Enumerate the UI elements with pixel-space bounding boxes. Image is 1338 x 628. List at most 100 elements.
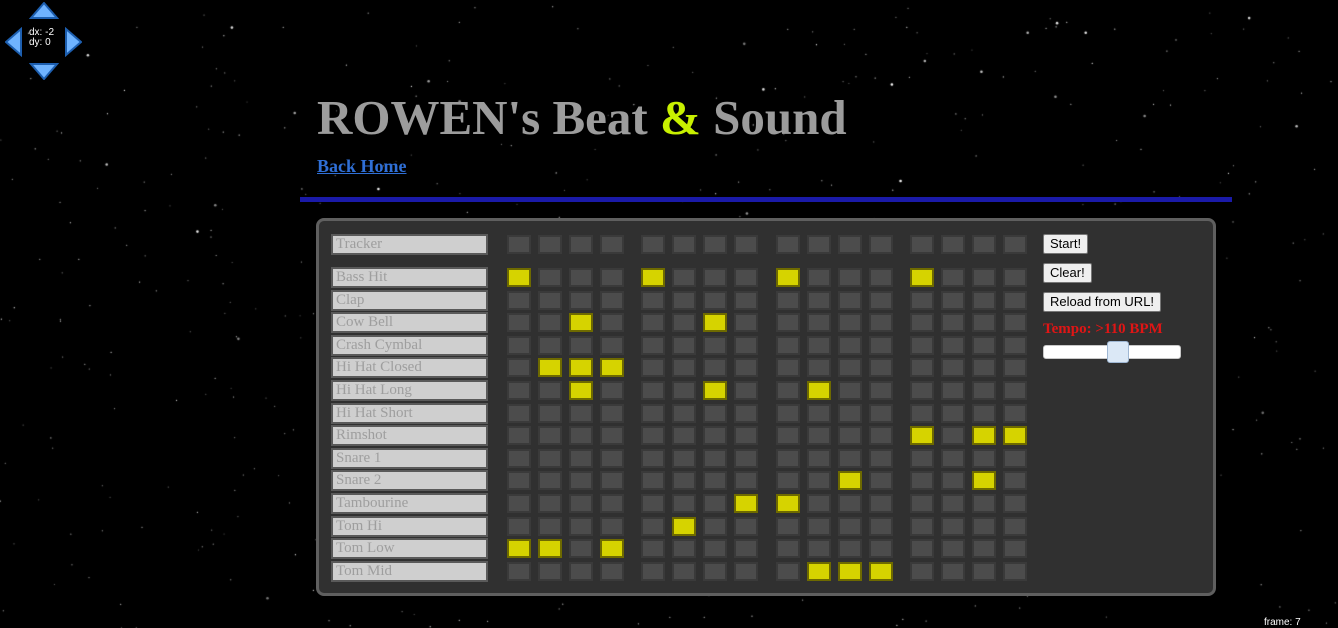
step-cell[interactable] — [538, 291, 562, 310]
step-cell[interactable] — [838, 381, 862, 400]
tracker-step[interactable] — [507, 235, 531, 254]
step-cell-active[interactable] — [807, 562, 831, 581]
step-cell-active[interactable] — [569, 358, 593, 377]
step-cell[interactable] — [776, 381, 800, 400]
step-cell[interactable] — [869, 336, 893, 355]
step-cell[interactable] — [734, 562, 758, 581]
step-cell[interactable] — [569, 449, 593, 468]
clear-button[interactable]: Clear! — [1043, 263, 1092, 283]
step-cell[interactable] — [776, 449, 800, 468]
step-cell-active[interactable] — [641, 268, 665, 287]
step-cell[interactable] — [941, 562, 965, 581]
tracker-step[interactable] — [569, 235, 593, 254]
step-cell[interactable] — [703, 562, 727, 581]
step-cell[interactable] — [1003, 471, 1027, 490]
step-cell[interactable] — [807, 426, 831, 445]
step-cell[interactable] — [807, 517, 831, 536]
step-cell[interactable] — [600, 268, 624, 287]
step-cell-active[interactable] — [910, 268, 934, 287]
step-cell[interactable] — [972, 449, 996, 468]
step-cell[interactable] — [941, 471, 965, 490]
step-cell[interactable] — [910, 471, 934, 490]
step-cell[interactable] — [538, 313, 562, 332]
step-cell[interactable] — [910, 358, 934, 377]
step-cell[interactable] — [569, 404, 593, 423]
step-cell[interactable] — [838, 313, 862, 332]
step-cell[interactable] — [869, 517, 893, 536]
step-cell[interactable] — [569, 494, 593, 513]
step-cell[interactable] — [734, 381, 758, 400]
step-cell[interactable] — [507, 562, 531, 581]
step-cell[interactable] — [538, 562, 562, 581]
step-cell-active[interactable] — [569, 381, 593, 400]
tracker-step[interactable] — [972, 235, 996, 254]
step-cell-active[interactable] — [972, 471, 996, 490]
step-cell[interactable] — [776, 313, 800, 332]
step-cell[interactable] — [941, 494, 965, 513]
step-cell[interactable] — [776, 539, 800, 558]
step-cell[interactable] — [776, 517, 800, 536]
step-cell-active[interactable] — [703, 381, 727, 400]
step-cell-active[interactable] — [507, 539, 531, 558]
step-cell[interactable] — [734, 268, 758, 287]
step-cell[interactable] — [941, 539, 965, 558]
step-cell[interactable] — [734, 291, 758, 310]
step-cell[interactable] — [507, 291, 531, 310]
step-cell[interactable] — [1003, 381, 1027, 400]
step-cell[interactable] — [869, 313, 893, 332]
step-cell[interactable] — [807, 539, 831, 558]
step-cell-active[interactable] — [838, 562, 862, 581]
step-cell[interactable] — [910, 336, 934, 355]
step-cell[interactable] — [734, 539, 758, 558]
step-cell[interactable] — [910, 313, 934, 332]
step-cell[interactable] — [672, 426, 696, 445]
step-cell[interactable] — [776, 426, 800, 445]
step-cell[interactable] — [972, 268, 996, 287]
step-cell[interactable] — [734, 426, 758, 445]
step-cell[interactable] — [869, 358, 893, 377]
step-cell[interactable] — [838, 517, 862, 536]
step-cell[interactable] — [1003, 449, 1027, 468]
tracker-step[interactable] — [672, 235, 696, 254]
step-cell[interactable] — [507, 381, 531, 400]
step-cell[interactable] — [838, 291, 862, 310]
step-cell[interactable] — [600, 313, 624, 332]
step-cell[interactable] — [807, 291, 831, 310]
step-cell[interactable] — [869, 404, 893, 423]
step-cell[interactable] — [869, 471, 893, 490]
step-cell[interactable] — [838, 358, 862, 377]
step-cell[interactable] — [569, 471, 593, 490]
step-cell[interactable] — [600, 494, 624, 513]
step-cell[interactable] — [641, 494, 665, 513]
step-cell[interactable] — [941, 404, 965, 423]
step-cell[interactable] — [776, 336, 800, 355]
step-cell[interactable] — [972, 562, 996, 581]
step-cell[interactable] — [703, 494, 727, 513]
step-cell[interactable] — [807, 471, 831, 490]
step-cell-active[interactable] — [569, 313, 593, 332]
step-cell[interactable] — [600, 449, 624, 468]
step-cell[interactable] — [641, 517, 665, 536]
step-cell[interactable] — [703, 268, 727, 287]
step-cell[interactable] — [569, 562, 593, 581]
step-cell[interactable] — [703, 404, 727, 423]
step-cell-active[interactable] — [538, 539, 562, 558]
tracker-step[interactable] — [703, 235, 727, 254]
step-cell[interactable] — [672, 494, 696, 513]
tracker-step[interactable] — [869, 235, 893, 254]
step-cell[interactable] — [734, 358, 758, 377]
step-cell[interactable] — [672, 336, 696, 355]
step-cell[interactable] — [838, 336, 862, 355]
step-cell[interactable] — [734, 517, 758, 536]
step-cell[interactable] — [538, 268, 562, 287]
step-cell[interactable] — [703, 539, 727, 558]
step-cell[interactable] — [1003, 539, 1027, 558]
step-cell[interactable] — [941, 449, 965, 468]
step-cell[interactable] — [1003, 358, 1027, 377]
step-cell[interactable] — [641, 471, 665, 490]
step-cell[interactable] — [569, 291, 593, 310]
step-cell[interactable] — [972, 291, 996, 310]
step-cell-active[interactable] — [734, 494, 758, 513]
step-cell-active[interactable] — [600, 358, 624, 377]
step-cell[interactable] — [538, 381, 562, 400]
